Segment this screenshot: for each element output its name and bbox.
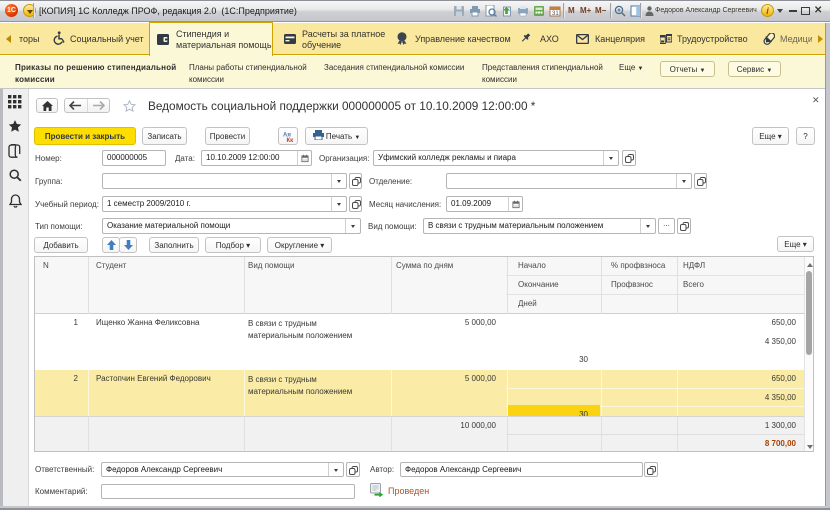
svg-text:Кк: Кк [286, 138, 293, 143]
svg-text:31: 31 [552, 11, 559, 17]
